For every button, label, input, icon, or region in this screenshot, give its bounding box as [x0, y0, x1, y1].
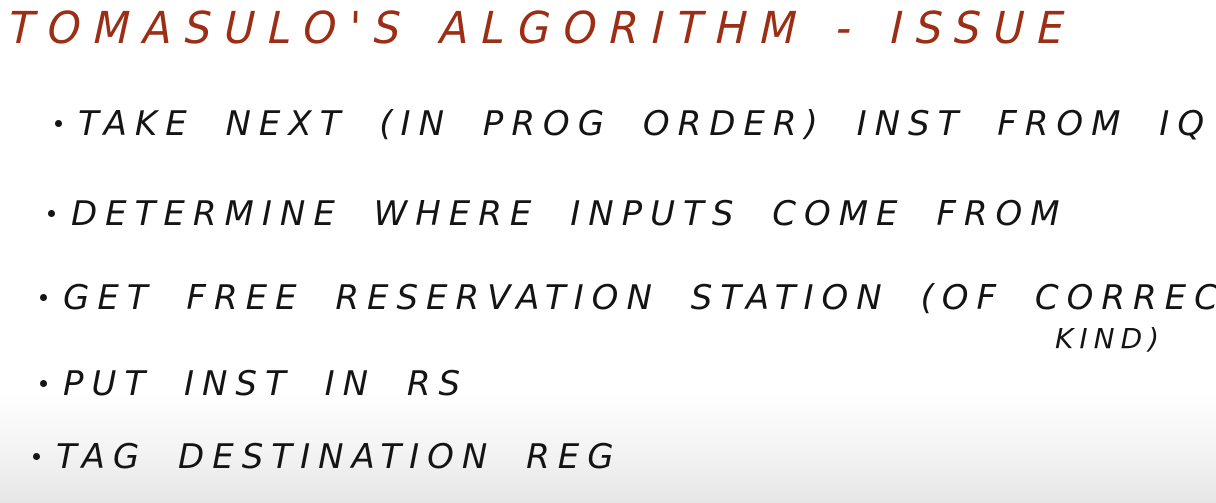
bullet-item: DETERMINE WHERE INPUTS COME FROM [48, 194, 1068, 234]
slide: TOMASULO'S ALGORITHM - ISSUE TAKE NEXT (… [0, 0, 1216, 503]
bullet-continuation-text: KIND) [1055, 322, 1166, 355]
bullet-dot-icon [40, 294, 47, 301]
bullet-dot-icon [48, 210, 55, 217]
bullet-text: GET FREE RESERVATION STATION (OF CORRECT [63, 278, 1216, 318]
bullet-item: GET FREE RESERVATION STATION (OF CORRECT [40, 278, 1216, 318]
bullet-item: PUT INST IN RS [40, 364, 468, 404]
bullet-text: PUT INST IN RS [63, 364, 469, 404]
bullet-dot-icon [33, 453, 40, 460]
bullet-text: TAKE NEXT (IN PROG ORDER) INST FROM IQ [78, 104, 1213, 144]
bullet-text: DETERMINE WHERE INPUTS COME FROM [71, 194, 1068, 234]
bullet-dot-icon [40, 380, 47, 387]
bullet-text: TAG DESTINATION REG [56, 437, 622, 477]
bullet-item: TAKE NEXT (IN PROG ORDER) INST FROM IQ [55, 104, 1212, 144]
bullet-item: TAG DESTINATION REG [33, 437, 622, 477]
bullet-dot-icon [55, 120, 62, 127]
slide-title: TOMASULO'S ALGORITHM - ISSUE [8, 2, 1078, 54]
